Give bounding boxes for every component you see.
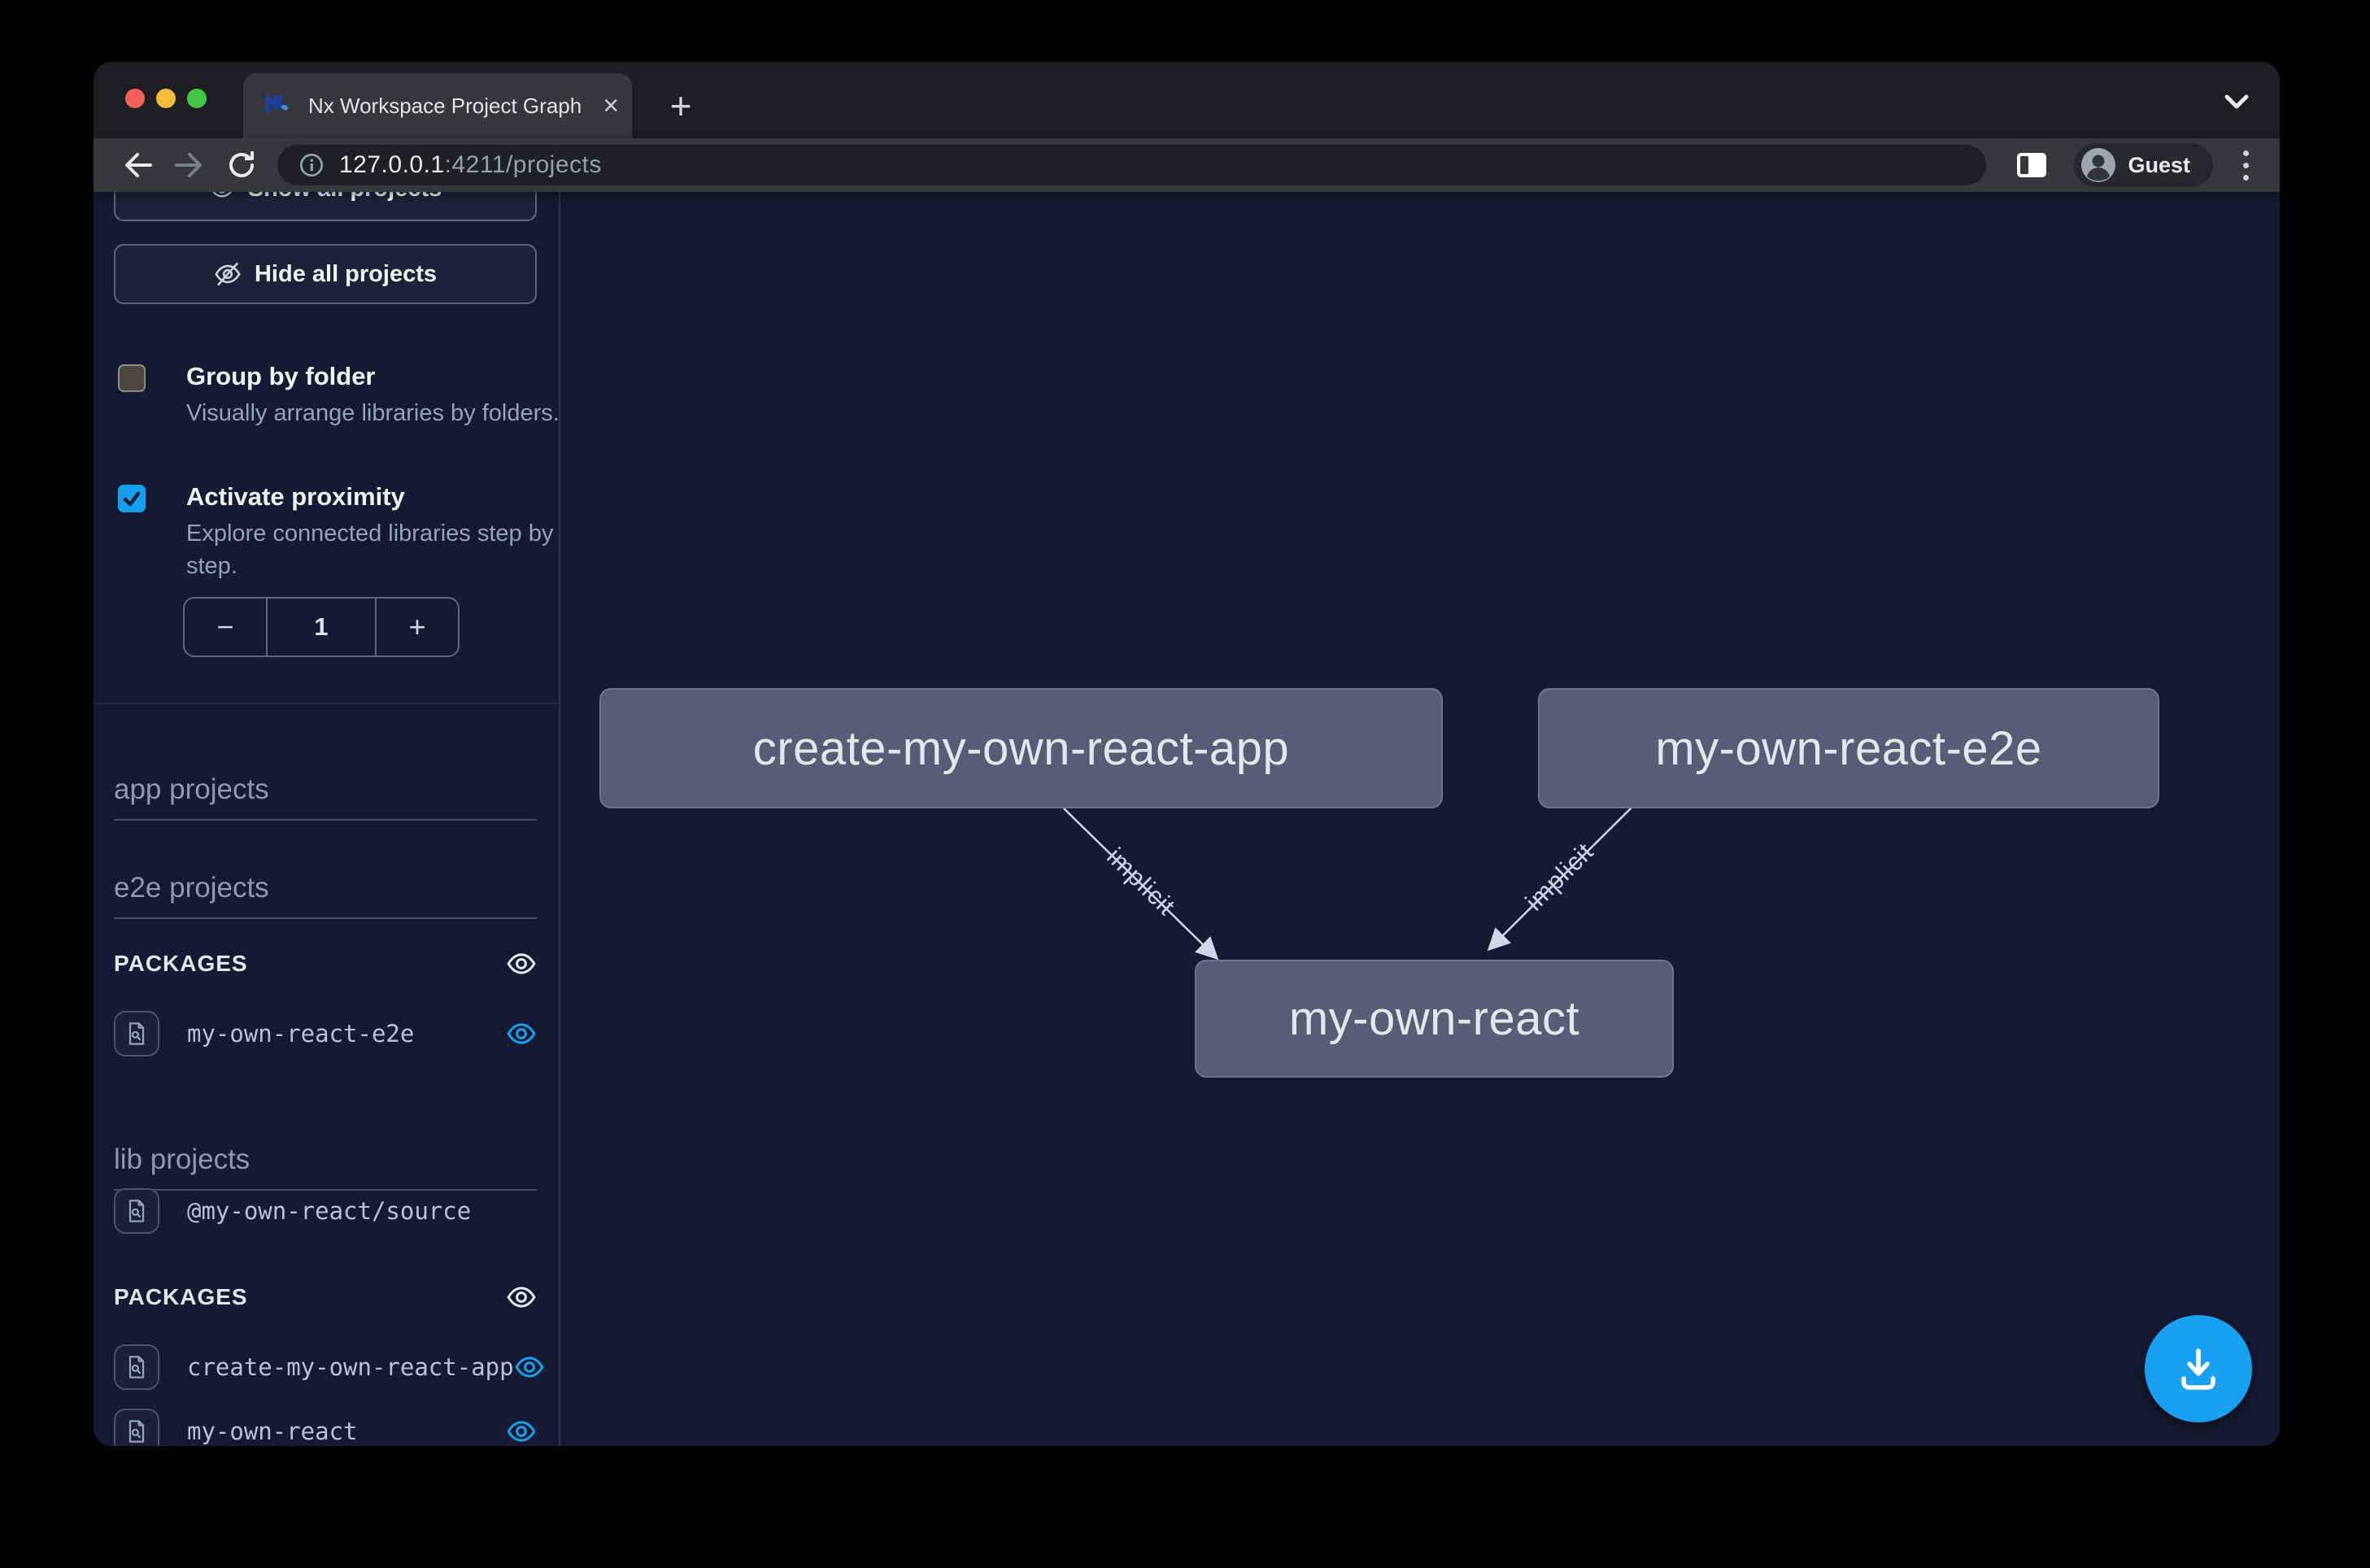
side-panel-button[interactable]	[2006, 146, 2058, 185]
tab-close-icon[interactable]: ×	[598, 92, 624, 120]
projects-sidebar: Show all projects Hide all projects Grou…	[94, 192, 560, 1446]
graph-node-my-own-react-e2e[interactable]: my-own-react-e2e	[1538, 688, 2159, 808]
avatar-icon	[2080, 147, 2116, 183]
download-graph-button[interactable]	[2145, 1315, 2252, 1422]
graph-node-label: create-my-own-react-app	[753, 721, 1289, 776]
back-button[interactable]	[111, 146, 163, 185]
activate-proximity-description: Explore connected libraries step by step…	[186, 517, 560, 582]
packages-group-label: PACKAGES	[114, 951, 248, 977]
profile-label: Guest	[2128, 153, 2190, 178]
project-visibility-icon[interactable]	[506, 1018, 537, 1049]
show-all-projects-button[interactable]: Show all projects	[114, 192, 537, 221]
browser-menu-button[interactable]	[2229, 150, 2262, 181]
browser-window: Nx Workspace Project Graph × + 127.0.0.1…	[94, 62, 2280, 1446]
app-projects-heading: app projects	[114, 773, 537, 821]
group-by-folder-label: Group by folder	[186, 362, 376, 391]
minimize-window-button[interactable]	[156, 89, 176, 108]
project-name: create-my-own-react-app	[187, 1353, 514, 1381]
url-text: 127.0.0.1:4211/projects	[339, 151, 602, 179]
focus-project-button[interactable]	[114, 1344, 159, 1390]
hide-all-projects-button[interactable]: Hide all projects	[114, 244, 537, 304]
file-search-icon	[124, 1418, 150, 1444]
e2e-projects-heading: e2e projects	[114, 872, 537, 919]
graph-node-label: my-own-react-e2e	[1655, 721, 2041, 776]
proximity-stepper: − 1 +	[183, 597, 460, 657]
proximity-value: 1	[266, 599, 377, 656]
project-row-my-own-react-e2e[interactable]: my-own-react-e2e	[114, 1011, 537, 1056]
download-icon	[2172, 1343, 2224, 1395]
hide-all-projects-label: Hide all projects	[255, 261, 437, 288]
nx-favicon-icon	[264, 92, 292, 120]
reload-button[interactable]	[216, 146, 268, 185]
toggle-group-visibility-icon[interactable]	[506, 1282, 537, 1313]
group-by-folder-description: Visually arrange libraries by folders.	[186, 397, 560, 429]
project-name: my-own-react	[187, 1418, 506, 1445]
lib-projects-heading: lib projects	[114, 1143, 537, 1191]
project-visibility-icon[interactable]	[506, 1416, 537, 1446]
project-name: my-own-react-e2e	[187, 1020, 506, 1048]
file-search-icon	[124, 1198, 150, 1224]
proximity-increment-button[interactable]: +	[377, 599, 458, 656]
graph-node-label: my-own-react	[1289, 991, 1579, 1046]
browser-tab[interactable]: Nx Workspace Project Graph ×	[243, 73, 632, 138]
toggle-group-visibility-icon[interactable]	[506, 948, 537, 979]
file-search-icon	[124, 1021, 150, 1047]
activate-proximity-label: Activate proximity	[186, 482, 405, 512]
graph-node-my-own-react[interactable]: my-own-react	[1195, 960, 1674, 1078]
focus-project-button[interactable]	[114, 1188, 159, 1234]
browser-toolbar: 127.0.0.1:4211/projects Guest	[94, 138, 2280, 192]
graph-node-create-my-own-react-app[interactable]: create-my-own-react-app	[599, 688, 1443, 808]
zoom-window-button[interactable]	[187, 89, 207, 108]
project-row-my-own-react-source[interactable]: @my-own-react/source	[114, 1188, 537, 1234]
project-name: @my-own-react/source	[187, 1197, 537, 1225]
project-row-my-own-react[interactable]: my-own-react	[114, 1409, 537, 1446]
proximity-decrement-button[interactable]: −	[185, 599, 266, 656]
focus-project-button[interactable]	[114, 1011, 159, 1056]
window-controls	[125, 89, 207, 108]
group-by-folder-checkbox[interactable]	[118, 364, 146, 392]
project-row-create-my-own-react-app[interactable]: create-my-own-react-app	[114, 1344, 537, 1390]
project-graph-canvas[interactable]: implicit implicit create-my-own-react-app…	[560, 192, 2280, 1446]
checkmark-icon	[122, 489, 142, 508]
eye-off-icon	[214, 260, 242, 288]
tab-title: Nx Workspace Project Graph	[308, 94, 582, 119]
eye-icon	[209, 192, 235, 202]
address-bar[interactable]: 127.0.0.1:4211/projects	[277, 145, 1986, 185]
tab-strip: Nx Workspace Project Graph × +	[94, 62, 2280, 138]
show-all-projects-label: Show all projects	[248, 192, 442, 203]
edge-label: implicit	[1520, 837, 1600, 916]
tab-search-chevron-icon[interactable]	[2216, 86, 2257, 119]
close-window-button[interactable]	[125, 89, 145, 108]
packages-group-label: PACKAGES	[114, 1284, 248, 1310]
file-search-icon	[124, 1354, 150, 1380]
side-panel-icon	[2017, 153, 2046, 177]
site-info-icon[interactable]	[298, 152, 325, 178]
profile-button[interactable]: Guest	[2074, 143, 2213, 187]
edge-label: implicit	[1101, 842, 1181, 921]
sidebar-divider	[94, 703, 559, 704]
graph-edges: implicit implicit	[560, 192, 2280, 1446]
forward-button[interactable]	[163, 146, 216, 185]
focus-project-button[interactable]	[114, 1409, 159, 1446]
activate-proximity-checkbox[interactable]	[118, 485, 146, 512]
new-tab-button[interactable]: +	[656, 81, 705, 130]
project-visibility-icon[interactable]	[514, 1352, 545, 1383]
lib-packages-group: PACKAGES	[114, 1282, 537, 1313]
e2e-packages-group: PACKAGES	[114, 948, 537, 979]
